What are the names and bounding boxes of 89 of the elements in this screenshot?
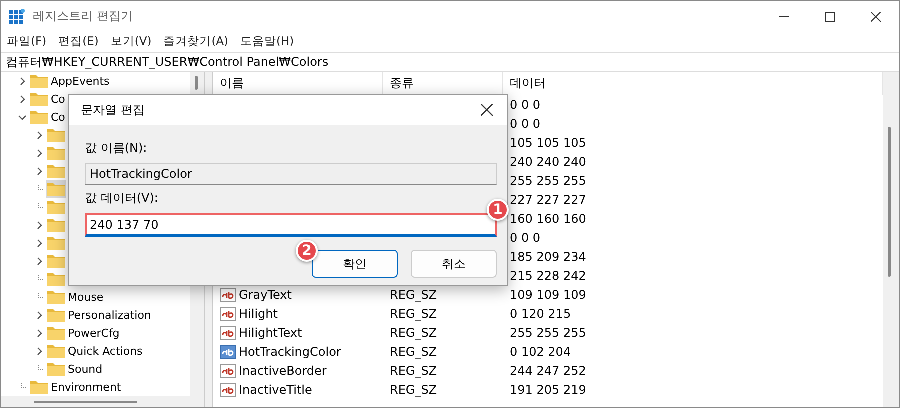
table-cell: GrayText: [213, 288, 383, 302]
chevron-right-icon[interactable]: [34, 220, 44, 230]
chevron-right-icon[interactable]: [34, 346, 44, 356]
folder-icon: [47, 128, 65, 142]
tree-item[interactable]: Environment: [29, 378, 122, 396]
table-cell-text: 185 209 234: [509, 250, 588, 264]
table-cell: HotTrackingColor: [213, 344, 383, 358]
table-cell: HilightText: [213, 326, 383, 340]
value-name-field[interactable]: HotTrackingColor: [85, 163, 497, 185]
table-cell-text: 0 120 215: [509, 306, 572, 320]
menu-item[interactable]: 파일(F): [7, 34, 47, 48]
table-cell-text: 255 255 255: [509, 326, 588, 340]
folder-icon: [47, 164, 65, 178]
tree-item[interactable]: Quick Actions: [46, 342, 144, 360]
folder-icon: [47, 146, 65, 160]
table-cell: InactiveTitle: [213, 382, 383, 396]
folder-icon: [47, 218, 65, 232]
maximize-icon[interactable]: [825, 12, 835, 22]
chevron-right-icon[interactable]: [34, 130, 44, 140]
chevron-right-icon[interactable]: [34, 148, 44, 158]
table-cell-text: 109 109 109: [509, 288, 588, 302]
close-icon[interactable]: [871, 12, 881, 22]
table-cell-text: 105 105 105: [509, 136, 588, 150]
ok-button[interactable]: 확인: [312, 250, 398, 278]
menu-item[interactable]: 편집(E): [58, 34, 99, 48]
app-icon: [9, 8, 25, 24]
table-cell-text: 244 247 252: [509, 364, 588, 378]
chevron-right-icon[interactable]: [18, 94, 26, 104]
tree-item[interactable]: PowerCfg: [46, 324, 121, 342]
folder-icon: [47, 326, 65, 340]
folder-icon: [47, 182, 65, 196]
table-cell-text: 215 228 242: [509, 268, 588, 282]
table-cell-text: 0 0 0: [509, 116, 542, 130]
table-cell-text: REG_SZ: [389, 382, 438, 396]
value-data-field[interactable]: 240 137 70: [85, 213, 497, 237]
table-cell: InactiveBorder: [213, 364, 383, 378]
folder-icon: [47, 236, 65, 250]
chevron-down-icon[interactable]: [18, 112, 26, 122]
folder-icon: [30, 110, 48, 124]
table-cell: Hilight: [213, 306, 383, 320]
folder-icon: [47, 308, 65, 322]
table-cell-text: 191 205 219: [509, 382, 588, 396]
table-cell-text: 0 102 204: [509, 344, 572, 358]
cancel-button[interactable]: 취소: [411, 250, 497, 278]
table-cell-text: REG_SZ: [389, 344, 438, 358]
tree-item[interactable]: Sound: [46, 360, 104, 378]
table-cell-text: REG_SZ: [389, 326, 438, 340]
step-badge: 2: [296, 240, 318, 262]
step-badge: 1: [487, 199, 509, 221]
menu-item[interactable]: 도움말(H): [240, 34, 294, 48]
address-bar[interactable]: 컴퓨터₩HKEY_CURRENT_USER₩Control Panel₩Colors: [1, 52, 899, 72]
menu-item[interactable]: 보기(V): [110, 34, 152, 48]
tree-item[interactable]: AppEvents: [29, 72, 111, 90]
table-cell-text: 240 240 240: [509, 154, 588, 168]
tree-item[interactable]: Personalization: [46, 306, 152, 324]
chevron-right-icon[interactable]: [34, 256, 44, 266]
scrollbar[interactable]: [883, 72, 899, 407]
tree-item[interactable]: Co: [29, 90, 66, 108]
folder-icon: [47, 344, 65, 358]
chevron-right-icon[interactable]: [34, 166, 44, 176]
dialog-title: 문자열 편집: [81, 102, 146, 118]
table-cell-text: REG_SZ: [389, 306, 438, 320]
field-label: 값 데이터(V):: [85, 190, 160, 207]
folder-icon: [47, 200, 65, 214]
close-icon[interactable]: [481, 104, 493, 116]
table-cell-text: 227 227 227: [509, 192, 588, 206]
scrollbar[interactable]: [1, 396, 204, 407]
folder-icon: [47, 254, 65, 268]
chevron-right-icon[interactable]: [34, 328, 44, 338]
folder-icon: [47, 290, 65, 304]
tree-item[interactable]: Mouse: [46, 288, 105, 306]
chevron-right-icon[interactable]: [18, 76, 26, 86]
tree-item[interactable]: Co: [29, 108, 66, 126]
folder-icon: [30, 92, 48, 106]
table-cell-text: 255 255 255: [509, 174, 588, 188]
folder-icon: [30, 380, 48, 394]
menu-item[interactable]: 즐겨찾기(A): [164, 34, 229, 48]
table-cell-text: 160 160 160: [509, 212, 588, 226]
field-label: 값 이름(N):: [85, 140, 148, 157]
folder-icon: [47, 272, 65, 286]
table-cell-text: 0 0 0: [509, 98, 542, 112]
table-cell-text: 0 0 0: [509, 230, 542, 244]
chevron-right-icon[interactable]: [34, 310, 44, 320]
folder-icon: [47, 362, 65, 376]
table-cell-text: REG_SZ: [389, 288, 438, 302]
chevron-right-icon[interactable]: [34, 238, 44, 248]
window-title: 레지스트리 편집기: [33, 8, 133, 25]
table-cell-text: REG_SZ: [389, 364, 438, 378]
folder-icon: [30, 74, 48, 88]
